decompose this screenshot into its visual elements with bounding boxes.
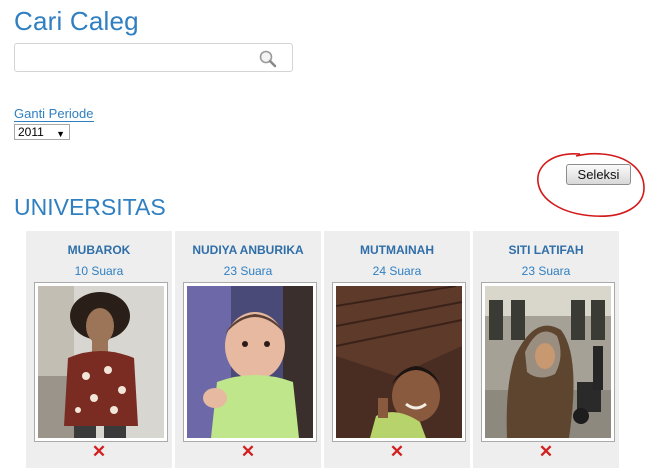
candidate-card: SITI LATIFAH 23 Suara ✕ xyxy=(473,231,619,468)
search-field[interactable] xyxy=(14,43,293,72)
candidate-card: MUTMAINAH 24 Suara ✕ xyxy=(324,231,470,468)
candidate-card: MUBAROK 10 Suara ✕ xyxy=(26,231,172,468)
candidate-votes: 23 Suara xyxy=(521,264,571,278)
annotation-circle xyxy=(537,152,645,217)
candidate-name[interactable]: MUBAROK xyxy=(26,243,172,257)
candidate-name[interactable]: NUDIYA ANBURIKA xyxy=(175,243,321,257)
candidate-photo[interactable] xyxy=(332,282,466,442)
candidate-votes: 24 Suara xyxy=(372,264,422,278)
search-input[interactable] xyxy=(19,48,253,70)
candidate-name[interactable]: MUTMAINAH xyxy=(324,243,470,257)
remove-icon[interactable]: ✕ xyxy=(175,443,321,461)
period-link[interactable]: Ganti Periode xyxy=(14,107,94,122)
section-title: UNIVERSITAS xyxy=(14,194,166,220)
period-selected-value: 2011 xyxy=(18,125,44,139)
candidate-name[interactable]: SITI LATIFAH xyxy=(473,243,619,257)
chevron-down-icon: ▼ xyxy=(56,129,65,139)
candidate-votes: 23 Suara xyxy=(223,264,273,278)
page-title: Cari Caleg xyxy=(14,6,139,36)
remove-icon[interactable]: ✕ xyxy=(26,443,172,461)
candidate-photo[interactable] xyxy=(34,282,168,442)
seleksi-button[interactable]: Seleksi xyxy=(566,164,631,185)
remove-icon[interactable]: ✕ xyxy=(473,443,619,461)
candidate-photo[interactable] xyxy=(183,282,317,442)
candidate-photo[interactable] xyxy=(481,282,615,442)
candidate-card: NUDIYA ANBURIKA 23 Suara ✕ xyxy=(175,231,321,468)
search-icon[interactable] xyxy=(258,49,278,69)
remove-icon[interactable]: ✕ xyxy=(324,443,470,461)
candidate-grid: MUBAROK 10 Suara ✕ NUDIYA ANBURIKA 23 Su… xyxy=(26,231,622,468)
period-select[interactable]: 2011 ▼ xyxy=(14,124,70,140)
candidate-votes: 10 Suara xyxy=(74,264,124,278)
